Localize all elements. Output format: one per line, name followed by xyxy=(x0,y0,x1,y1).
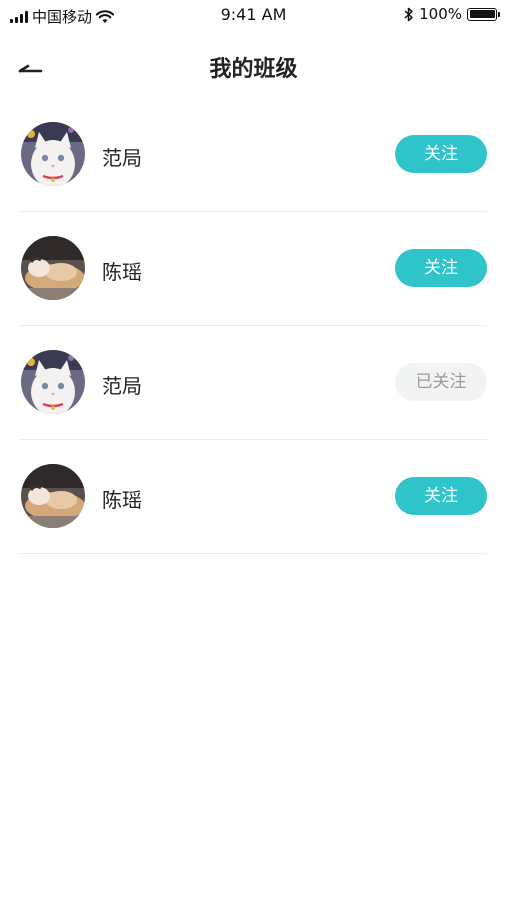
member-name: 范局 xyxy=(102,374,142,398)
avatar[interactable] xyxy=(21,350,85,414)
follow-button[interactable]: 关注 xyxy=(395,135,487,173)
member-name: 陈瑶 xyxy=(102,488,142,512)
white-cat-avatar xyxy=(21,122,85,186)
avatar[interactable] xyxy=(21,464,85,528)
battery-percent: 100% xyxy=(419,5,462,23)
avatar[interactable] xyxy=(21,236,85,300)
status-right: 100% xyxy=(404,5,500,23)
avatar[interactable] xyxy=(21,122,85,186)
follow-button[interactable]: 关注 xyxy=(395,249,487,287)
follow-button[interactable]: 关注 xyxy=(395,477,487,515)
page-title: 我的班级 xyxy=(209,57,298,82)
nav-bar: 我的班级 xyxy=(0,40,507,92)
followed-button[interactable]: 已关注 xyxy=(395,363,487,401)
member-name: 陈瑶 xyxy=(102,260,142,284)
white-cat-avatar xyxy=(21,350,85,414)
list-item: 范局 关注 xyxy=(20,98,487,212)
battery-icon xyxy=(467,7,500,21)
member-list: 范局 关注 陈瑶 关注 范局 已关注 陈瑶 关注 xyxy=(20,98,487,554)
list-item: 陈瑶 关注 xyxy=(20,440,487,554)
bluetooth-icon xyxy=(404,7,413,21)
sleeping-cat-avatar xyxy=(21,236,85,300)
status-bar: 中国移动 9:41 AM 100% xyxy=(0,0,507,30)
list-item: 陈瑶 关注 xyxy=(20,212,487,326)
member-name: 范局 xyxy=(102,146,142,170)
list-item: 范局 已关注 xyxy=(20,326,487,440)
sleeping-cat-avatar xyxy=(21,464,85,528)
